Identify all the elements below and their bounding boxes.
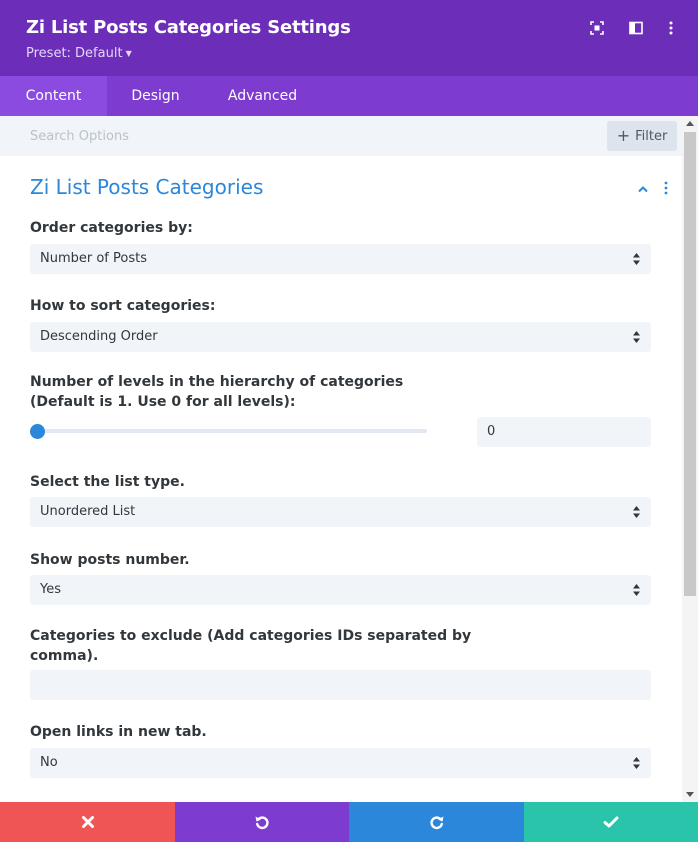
levels-number-input[interactable]: 0 (477, 417, 651, 447)
show-number-value: Yes (40, 582, 61, 597)
new-tab-select[interactable]: No (30, 748, 651, 778)
exclude-label-line1: Categories to exclude (Add categories ID… (30, 628, 472, 644)
modal-title: Zi List Posts Categories Settings (26, 17, 351, 38)
modal-footer (0, 802, 698, 842)
filter-button[interactable]: + Filter (607, 121, 677, 151)
tab-bar: Content Design Advanced (0, 76, 698, 116)
search-input[interactable] (30, 116, 590, 156)
levels-label-line1: Number of levels in the hierarchy of cat… (30, 374, 404, 390)
select-arrows-icon (633, 506, 640, 518)
search-bar: + Filter (0, 116, 682, 156)
show-number-label: Show posts number. (30, 552, 190, 568)
select-arrows-icon (633, 584, 640, 596)
preset-label: Preset: Default (26, 46, 123, 61)
tab-advanced[interactable]: Advanced (204, 76, 321, 116)
exclude-label: Categories to exclude (Add categories ID… (30, 626, 471, 666)
more-vertical-icon[interactable] (663, 20, 679, 36)
exclude-input[interactable] (30, 670, 651, 700)
scrollbar[interactable] (682, 116, 698, 802)
order-by-value: Number of Posts (40, 251, 147, 266)
save-button[interactable] (524, 802, 698, 842)
levels-label: Number of levels in the hierarchy of cat… (30, 372, 403, 412)
new-tab-value: No (40, 755, 58, 770)
more-vertical-icon[interactable] (660, 181, 672, 195)
new-tab-label: Open links in new tab. (30, 724, 207, 740)
order-by-select[interactable]: Number of Posts (30, 244, 651, 274)
check-icon (603, 816, 619, 828)
expand-icon[interactable] (589, 20, 605, 36)
levels-slider-track[interactable] (30, 429, 427, 433)
list-type-value: Unordered List (40, 504, 136, 519)
scroll-up-icon[interactable] (686, 121, 694, 126)
select-arrows-icon (633, 253, 640, 265)
exclude-label-line2: comma). (30, 648, 99, 664)
undo-button[interactable] (175, 802, 349, 842)
filter-label: Filter (635, 129, 668, 144)
chevron-up-icon[interactable] (637, 183, 649, 195)
tab-content[interactable]: Content (0, 76, 107, 116)
scroll-thumb[interactable] (684, 132, 696, 596)
list-type-select[interactable]: Unordered List (30, 497, 651, 527)
sort-label: How to sort categories: (30, 298, 216, 314)
cancel-button[interactable] (0, 802, 175, 842)
redo-icon (429, 816, 443, 830)
order-by-label: Order categories by: (30, 220, 193, 236)
levels-label-line2: (Default is 1. Use 0 for all levels): (30, 394, 296, 410)
undo-icon (255, 816, 269, 830)
modal-header: Zi List Posts Categories Settings Preset… (0, 0, 698, 76)
sort-value: Descending Order (40, 329, 158, 344)
show-number-select[interactable]: Yes (30, 575, 651, 605)
section-title[interactable]: Zi List Posts Categories (30, 175, 263, 199)
caret-down-icon: ▼ (125, 49, 132, 58)
select-arrows-icon (633, 757, 640, 769)
scroll-down-icon[interactable] (686, 792, 694, 797)
select-arrows-icon (633, 331, 640, 343)
levels-slider-handle[interactable] (30, 424, 45, 439)
list-type-label: Select the list type. (30, 474, 185, 490)
tab-design[interactable]: Design (107, 76, 204, 116)
plus-icon: + (616, 126, 631, 145)
preset-selector[interactable]: Preset: Default ▼ (26, 46, 132, 61)
split-view-icon[interactable] (628, 20, 644, 36)
sort-select[interactable]: Descending Order (30, 322, 651, 352)
close-icon (81, 816, 94, 828)
redo-button[interactable] (349, 802, 524, 842)
